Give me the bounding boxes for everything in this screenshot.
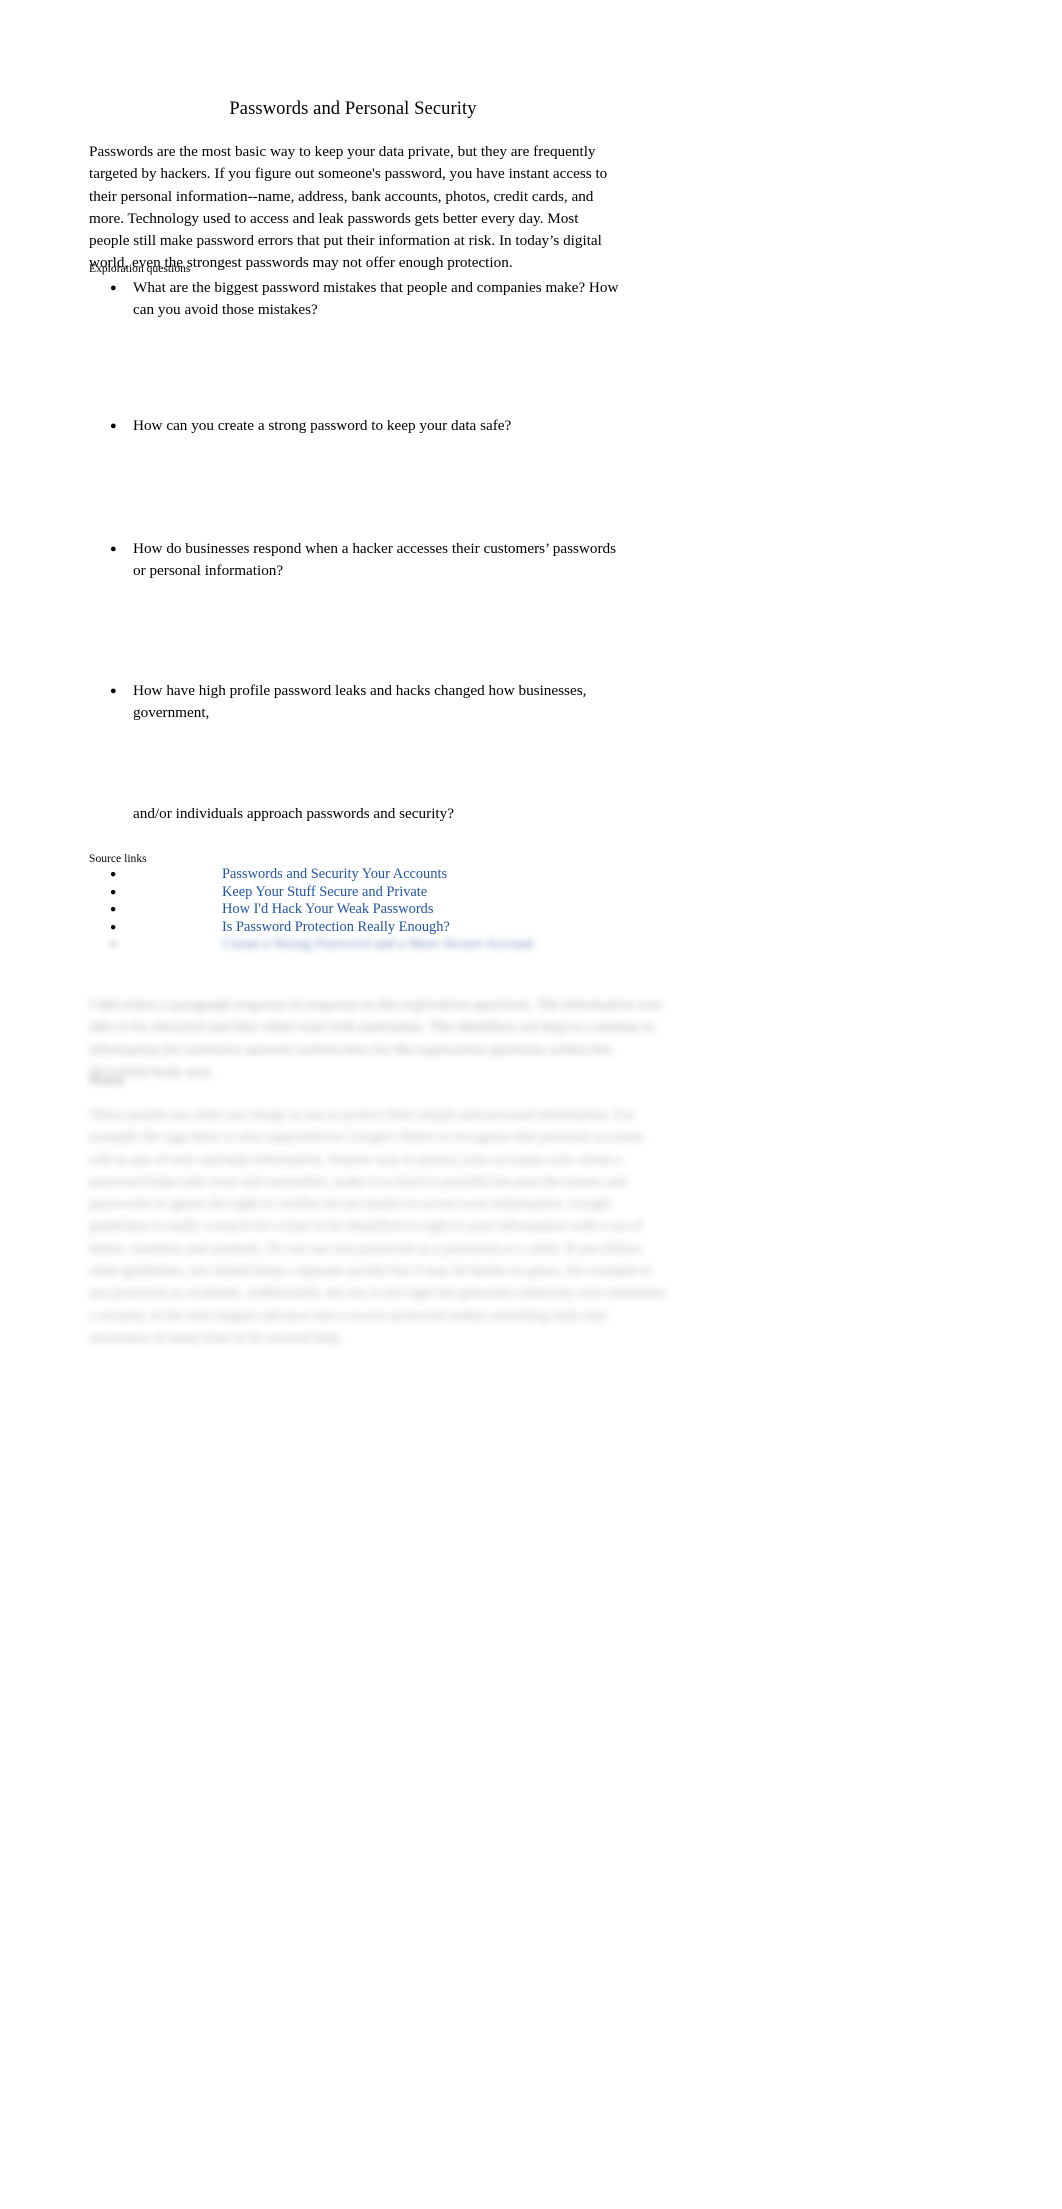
bullet-icon: ● [110,543,117,555]
exploration-questions-label: Exploration questions [89,262,191,275]
bullet-icon: ● [110,420,117,432]
page-title: Passwords and Personal Security [229,99,477,119]
question-text: How can you create a strong password to … [133,417,512,434]
bullet-icon: ● [110,886,117,898]
list-item: ● How do businesses respond when a hacke… [89,538,629,583]
list-item: ● Is Password Protection Really Enough? [89,919,629,937]
list-item: ● Passwords and Security Your Accounts [89,866,629,884]
bullet-icon: ● [110,921,117,933]
list-item: ● How can you create a strong password t… [89,415,629,437]
question-text-continuation: and/or individuals approach passwords an… [133,805,454,822]
bullet-icon: ● [110,685,117,697]
document-page: Passwords and Personal Security Password… [0,0,1062,2209]
bullet-icon: ● [110,904,117,916]
source-link-redacted[interactable]: Create a Strong Password and a More Secu… [222,936,534,954]
source-link[interactable]: Keep Your Stuff Secure and Private [222,884,427,902]
source-link[interactable]: Is Password Protection Really Enough? [222,919,450,937]
redacted-paragraph-two: These people use other our image or use … [89,1107,666,1346]
list-item: ● How have high profile password leaks a… [89,680,629,725]
question-text: What are the biggest password mistakes t… [133,279,619,319]
source-link[interactable]: Passwords and Security Your Accounts [222,866,447,884]
bullet-icon: ● [110,869,117,880]
source-link[interactable]: How I'd Hack Your Weak Passwords [222,901,433,919]
intro-paragraph: Passwords are the most basic way to keep… [89,143,608,272]
redacted-heading: Notes [89,1073,124,1089]
bullet-icon: ● [110,282,117,294]
list-item: ● What are the biggest password mistakes… [89,277,629,322]
list-item: ● How I'd Hack Your Weak Passwords [89,901,629,919]
source-links-list: ● Passwords and Security Your Accounts ●… [89,866,629,954]
list-item: ● Keep Your Stuff Secure and Private [89,884,629,902]
source-links-label: Source links [89,852,147,865]
bullet-icon: ● [110,939,117,951]
list-item-redacted: ● Create a Strong Password and a More Se… [89,936,629,954]
question-text: How have high profile password leaks and… [133,682,587,722]
question-text: How do businesses respond when a hacker … [133,540,617,580]
